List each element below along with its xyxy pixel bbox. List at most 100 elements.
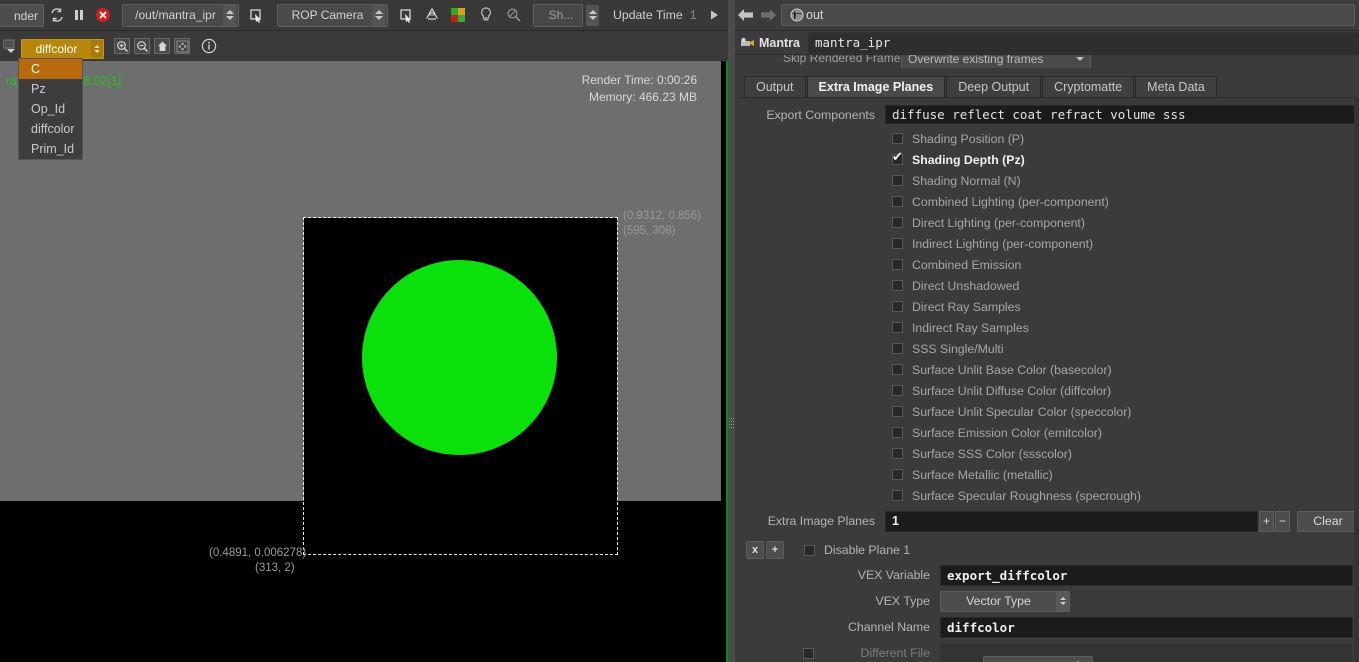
export-components-field[interactable]: diffuse reflect coat refract volume sss (885, 105, 1359, 124)
image-plane-spinner[interactable] (91, 40, 103, 58)
recycle-icon[interactable] (421, 4, 443, 26)
pane-splitter[interactable] (728, 0, 735, 662)
back-arrow-icon[interactable] (735, 4, 757, 26)
checkbox-direct-unshadowed[interactable] (892, 280, 903, 291)
rop-path-spinner[interactable] (223, 5, 236, 26)
rop-path-field[interactable]: /out/mantra_ipr (122, 4, 239, 27)
network-path-field[interactable]: out (781, 4, 1355, 26)
checkbox-row-combined-lighting[interactable]: Combined Lighting (per-component) (740, 191, 1359, 212)
vex-type-menu[interactable]: Vector Type (940, 591, 1070, 612)
parameter-scrollbar[interactable] (1354, 97, 1359, 662)
extra-image-planes-count[interactable]: 1 (885, 511, 1258, 532)
checkbox-row-basecolor[interactable]: Surface Unlit Base Color (basecolor) (740, 359, 1359, 380)
render-image-region[interactable] (304, 218, 617, 554)
image-plane-selector[interactable]: diffcolor (21, 39, 104, 59)
light-bulb-icon[interactable] (475, 4, 497, 26)
forward-arrow-icon[interactable] (757, 4, 779, 26)
image-plane-dropdown-menu[interactable]: C Pz Op_Id diffcolor Prim_Id (18, 58, 83, 160)
checkbox-speccolor[interactable] (892, 406, 903, 417)
checkbox-row-direct-ray-samples[interactable]: Direct Ray Samples (740, 296, 1359, 317)
checkbox-diffcolor[interactable] (892, 385, 903, 396)
checkbox-row-combined-emission[interactable]: Combined Emission (740, 254, 1359, 275)
clear-button[interactable]: Clear (1297, 511, 1359, 532)
color-swatch-icon[interactable] (447, 4, 469, 26)
camera-node-pick-icon[interactable] (395, 4, 417, 26)
camera-spinner[interactable] (372, 5, 385, 26)
checkbox-metallic[interactable] (892, 469, 903, 480)
checkbox-row-indirect-lighting[interactable]: Indirect Lighting (per-component) (740, 233, 1359, 254)
checkbox-row-diffcolor[interactable]: Surface Unlit Diffuse Color (diffcolor) (740, 380, 1359, 401)
stop-icon[interactable] (92, 4, 114, 26)
remove-plane-button[interactable]: − (1275, 511, 1290, 532)
no-snap-icon[interactable] (503, 4, 525, 26)
tab-deep-output[interactable]: Deep Output (946, 76, 1041, 97)
checkbox-combined-emission[interactable] (892, 259, 903, 270)
checkbox-different-file[interactable] (803, 648, 814, 659)
checkbox-disable-plane-1[interactable] (804, 545, 815, 556)
app-window: nder /out/mantra_ipr ROP Camera (0, 0, 1359, 662)
checkbox-row-speccolor[interactable]: Surface Unlit Specular Color (speccolor) (740, 401, 1359, 422)
checkbox-shading-normal[interactable] (892, 175, 903, 186)
fit-icon[interactable] (174, 38, 190, 54)
add-plane-button[interactable]: + (1259, 511, 1274, 532)
pause-icon[interactable] (68, 4, 90, 26)
checkbox-indirect-lighting[interactable] (892, 238, 903, 249)
shading-menu[interactable]: Sh... (533, 4, 583, 27)
channel-name-field[interactable]: diffcolor (940, 617, 1353, 638)
viewport-menu-icon[interactable] (0, 35, 22, 57)
checkbox-emitcolor[interactable] (892, 427, 903, 438)
dropdown-item-prim-id[interactable]: Prim_Id (19, 139, 82, 159)
checkbox-direct-ray-samples[interactable] (892, 301, 903, 312)
checkbox-row-ssscolor[interactable]: Surface SSS Color (ssscolor) (740, 443, 1359, 464)
zoom-out-icon[interactable] (134, 38, 150, 54)
node-name-field[interactable]: mantra_ipr (808, 32, 1359, 54)
render-viewport[interactable]: ra_i ace)-10:38:02[1] Render Time: 0:00:… (0, 61, 728, 662)
dropdown-item-pz[interactable]: Pz (19, 79, 82, 99)
checkbox-shading-position[interactable] (892, 133, 903, 144)
checkbox-indirect-ray-samples[interactable] (892, 322, 903, 333)
checkbox-sss-single-multi[interactable] (892, 343, 903, 354)
tab-output[interactable]: Output (744, 76, 806, 97)
info-icon[interactable] (198, 35, 220, 57)
checkbox-row-emitcolor[interactable]: Surface Emission Color (emitcolor) (740, 422, 1359, 443)
file-format-menu[interactable] (983, 656, 1093, 662)
insert-plane-button[interactable]: + (766, 541, 784, 559)
shading-spinner[interactable] (586, 5, 599, 26)
checkbox-row-sss-single-multi[interactable]: SSS Single/Multi (740, 338, 1359, 359)
node-type-label: Mantra (759, 36, 800, 50)
home-icon[interactable] (154, 38, 170, 54)
checkbox-combined-lighting[interactable] (892, 196, 903, 207)
checkbox-row-indirect-ray-samples[interactable]: Indirect Ray Samples (740, 317, 1359, 338)
overwrite-frames-menu[interactable]: Overwrite existing frames (901, 55, 1091, 68)
checkbox-basecolor[interactable] (892, 364, 903, 375)
tab-meta-data[interactable]: Meta Data (1135, 76, 1217, 97)
checkbox-shading-depth[interactable] (892, 154, 903, 165)
checkbox-specrough[interactable] (892, 490, 903, 501)
render-stats: Render Time: 0:00:26 Memory: 466.23 MB (582, 72, 697, 106)
node-pick-icon[interactable] (245, 4, 267, 26)
checkbox-row-specrough[interactable]: Surface Specular Roughness (specrough) (740, 485, 1359, 506)
zoom-in-icon[interactable] (114, 38, 130, 54)
checkbox-row-metallic[interactable]: Surface Metallic (metallic) (740, 464, 1359, 485)
checkbox-row-shading-depth[interactable]: Shading Depth (Pz) (740, 149, 1359, 170)
refresh-icon[interactable] (46, 4, 68, 26)
checkbox-ssscolor[interactable] (892, 448, 903, 459)
checkbox-row-direct-lighting[interactable]: Direct Lighting (per-component) (740, 212, 1359, 233)
vex-type-spinner[interactable] (1056, 592, 1069, 611)
delete-plane-button[interactable]: x (746, 541, 764, 559)
camera-field[interactable]: ROP Camera (277, 4, 388, 27)
splitter-grip[interactable] (729, 418, 734, 434)
checkbox-row-shading-position[interactable]: Shading Position (P) (740, 128, 1359, 149)
tab-extra-image-planes[interactable]: Extra Image Planes (807, 76, 946, 97)
dropdown-item-diffcolor[interactable]: diffcolor (19, 119, 82, 139)
update-time-value[interactable]: 1 (690, 8, 697, 22)
vex-variable-field[interactable]: export_diffcolor (940, 565, 1353, 586)
tab-cryptomatte[interactable]: Cryptomatte (1042, 76, 1134, 97)
dropdown-item-c[interactable]: C (19, 59, 82, 79)
play-icon[interactable] (703, 4, 725, 26)
checkbox-direct-lighting[interactable] (892, 217, 903, 228)
checkbox-row-direct-unshadowed[interactable]: Direct Unshadowed (740, 275, 1359, 296)
dropdown-item-op-id[interactable]: Op_Id (19, 99, 82, 119)
checkbox-row-shading-normal[interactable]: Shading Normal (N) (740, 170, 1359, 191)
render-button[interactable]: nder (0, 4, 44, 27)
